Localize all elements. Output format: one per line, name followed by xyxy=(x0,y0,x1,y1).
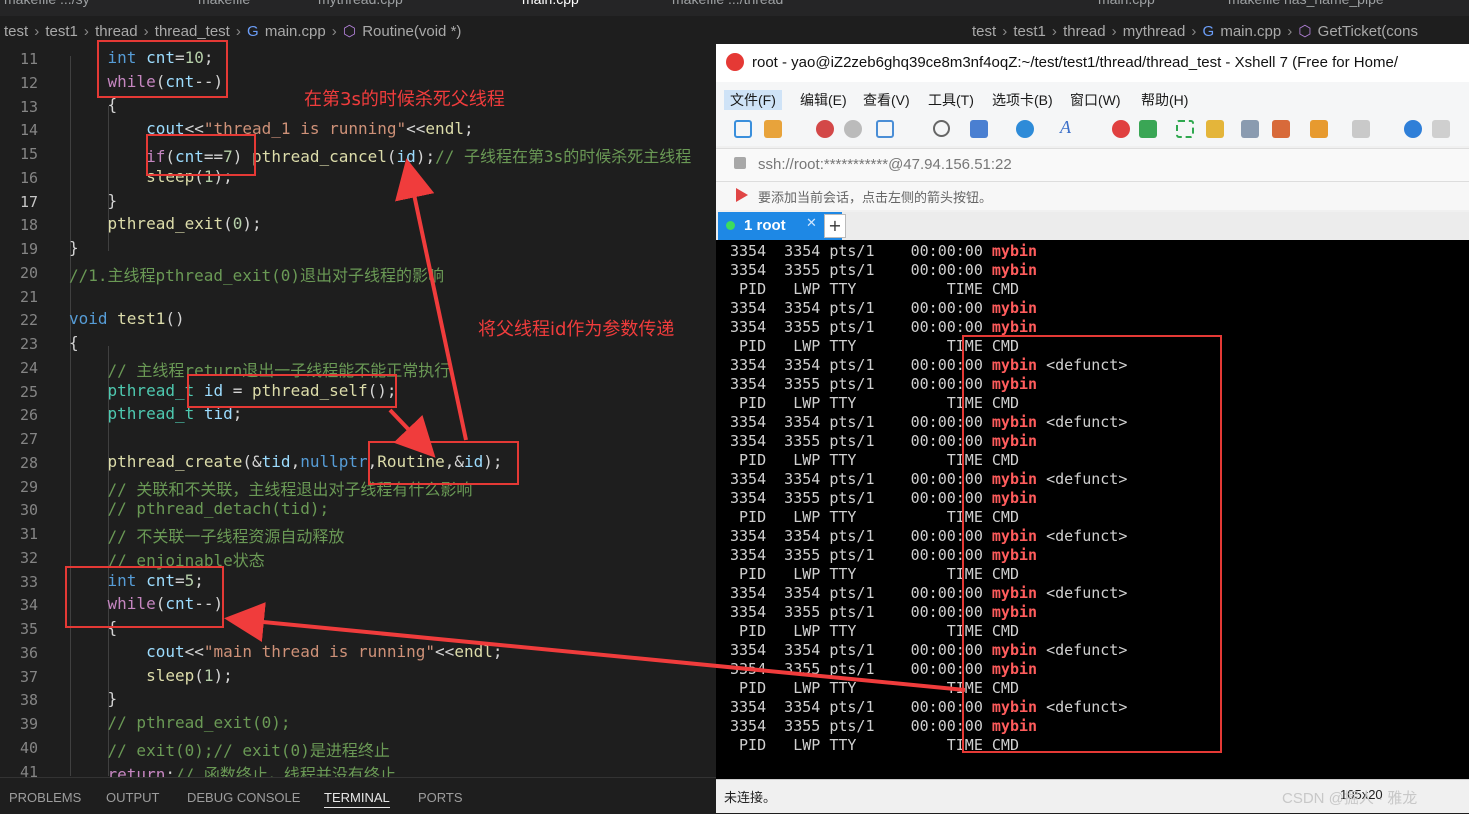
arrow-to-routine-arg xyxy=(388,408,436,458)
watermark-text: CSDN @掘人 · 雅龙 xyxy=(1282,790,1418,807)
arrow-to-main-loop xyxy=(224,602,966,692)
annotation-arrows xyxy=(224,158,966,692)
arrow-to-pthread-cancel xyxy=(395,158,468,441)
